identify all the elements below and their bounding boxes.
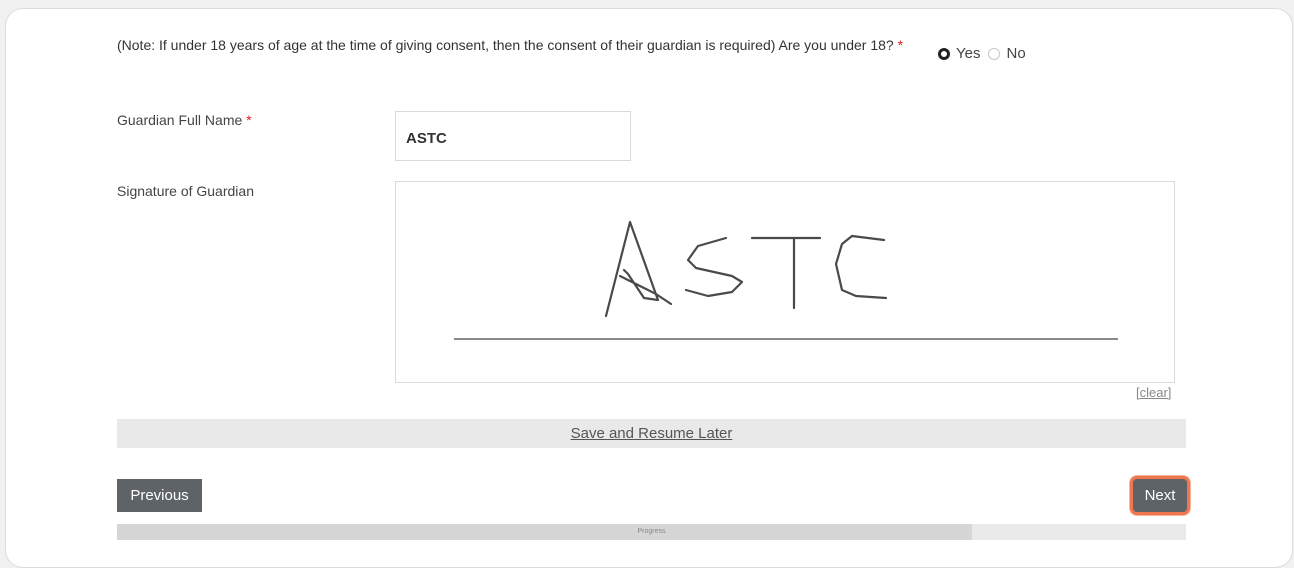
save-resume-link[interactable]: Save and Resume Later (571, 425, 733, 442)
next-button[interactable]: Next (1133, 479, 1187, 512)
signature-label: Signature of Guardian (117, 183, 254, 199)
question-text: (Note: If under 18 years of age at the t… (117, 37, 894, 53)
previous-button[interactable]: Previous (117, 479, 202, 512)
required-asterisk: * (246, 112, 252, 128)
signature-pad[interactable] (395, 181, 1175, 383)
guardian-name-label: Guardian Full Name * (117, 112, 252, 128)
under-18-radio-group: Yes No (938, 45, 1034, 62)
radio-yes[interactable] (938, 47, 950, 60)
radio-no-label[interactable]: No (1006, 45, 1025, 62)
progress-bar: Progress (117, 524, 1186, 540)
save-resume-bar: Save and Resume Later (117, 419, 1186, 448)
under-18-question: (Note: If under 18 years of age at the t… (117, 38, 917, 53)
clear-signature-link[interactable]: [clear] (1136, 385, 1171, 400)
signature-drawing (454, 220, 1118, 340)
required-asterisk: * (897, 37, 904, 53)
radio-no[interactable] (988, 47, 1001, 60)
guardian-name-input[interactable] (395, 111, 631, 161)
radio-yes-label[interactable]: Yes (956, 45, 980, 62)
progress-label: Progress (637, 528, 666, 535)
